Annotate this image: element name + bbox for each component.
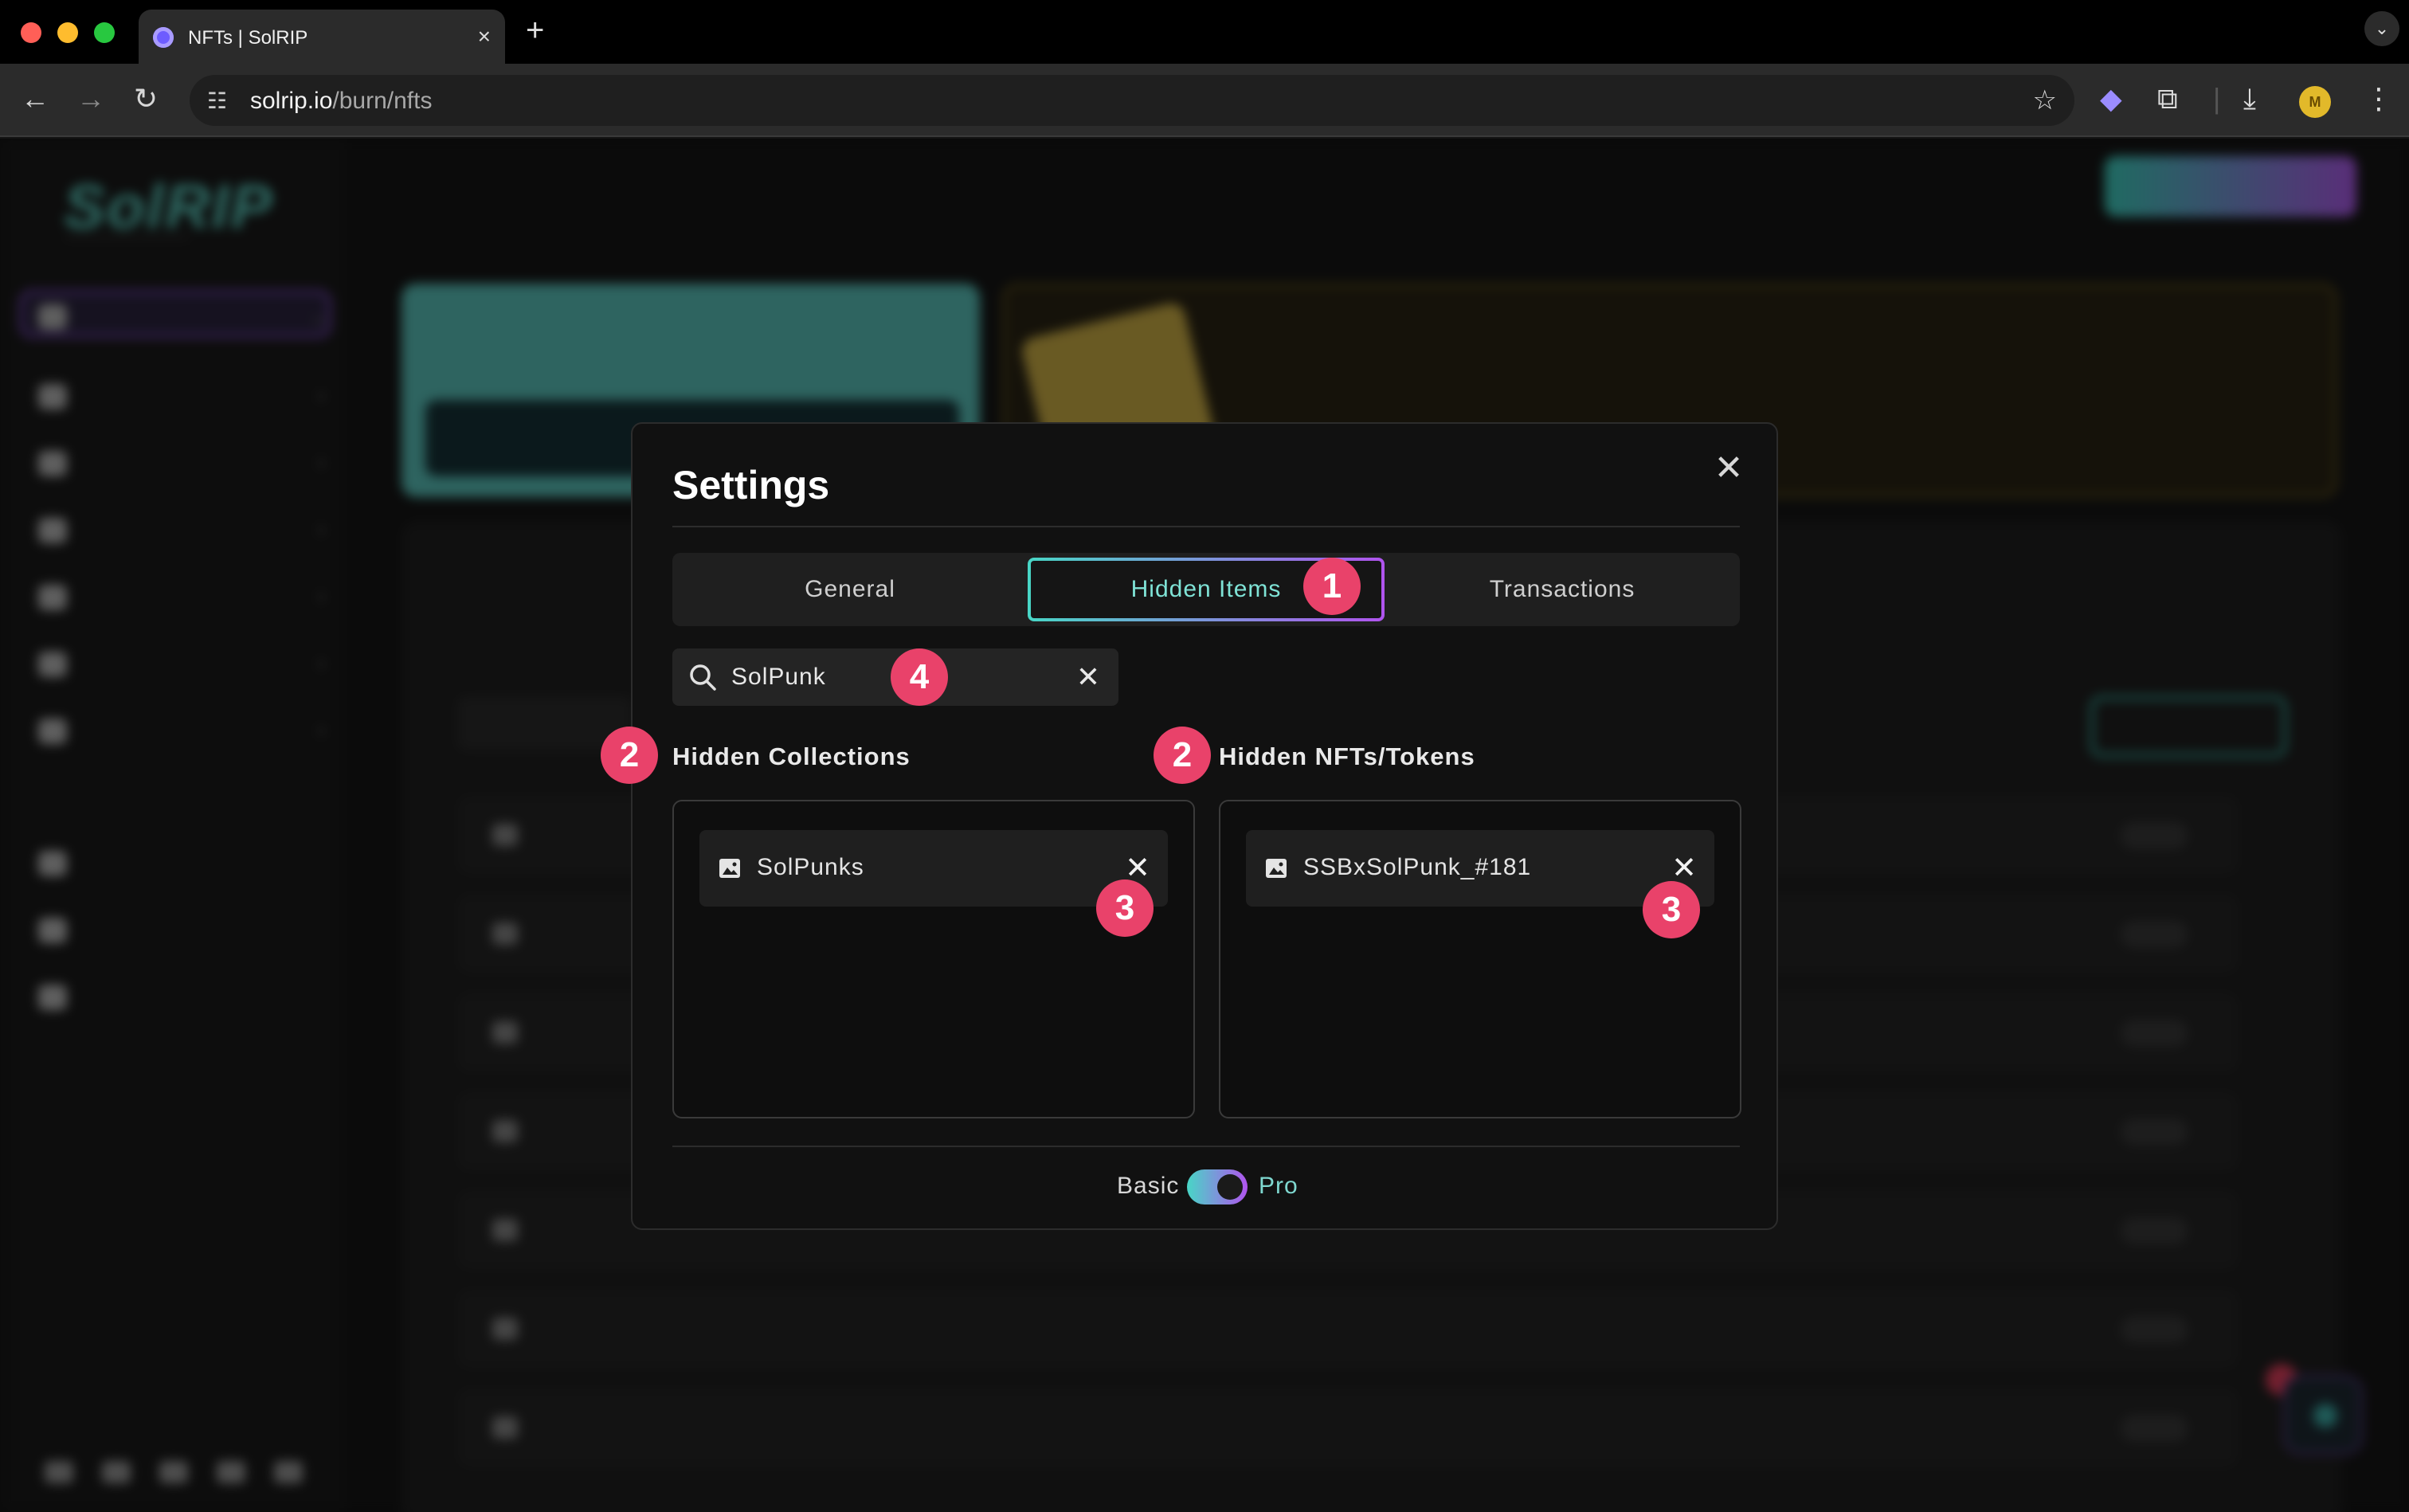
site-settings-icon[interactable]: ☷ bbox=[207, 88, 227, 114]
back-icon[interactable]: ← bbox=[21, 83, 49, 115]
address-bar[interactable]: ☷ solrip.io/burn/nfts ☆ bbox=[190, 75, 2074, 126]
toolbar-divider: | bbox=[2213, 82, 2221, 115]
new-tab-button[interactable]: + bbox=[526, 14, 544, 46]
tab-search-button[interactable]: ⌄ bbox=[2364, 11, 2399, 46]
step-badge-3-left: 3 bbox=[1096, 879, 1154, 937]
image-icon bbox=[719, 859, 740, 878]
settings-modal: Settings ✕ General Hidden Items Transact… bbox=[631, 422, 1778, 1230]
list-item: SolPunks ✕ bbox=[699, 830, 1168, 907]
close-icon[interactable]: ✕ bbox=[1708, 448, 1749, 489]
bookmark-star-icon[interactable]: ☆ bbox=[2033, 84, 2057, 116]
step-badge-4: 4 bbox=[891, 648, 948, 706]
url-text: solrip.io/burn/nfts bbox=[250, 88, 433, 114]
nft-name: SSBxSolPunk_#181 bbox=[1303, 854, 1532, 880]
hidden-collections-heading: Hidden Collections bbox=[672, 742, 911, 770]
solrip-favicon-icon bbox=[153, 27, 174, 48]
hidden-nfts-heading: Hidden NFTs/Tokens bbox=[1219, 742, 1475, 770]
more-menu-icon[interactable]: ⋮ bbox=[2364, 81, 2393, 116]
profile-avatar[interactable]: M bbox=[2299, 86, 2331, 118]
hidden-nfts-list: SSBxSolPunk_#181 ✕ bbox=[1219, 800, 1741, 1118]
wallet-extension-icon[interactable]: ◆ bbox=[2100, 81, 2122, 116]
minimize-window-button[interactable] bbox=[57, 22, 78, 43]
image-icon bbox=[1266, 859, 1287, 878]
downloads-icon[interactable]: ⤓ bbox=[2243, 81, 2256, 116]
mode-basic-label: Basic bbox=[1117, 1173, 1180, 1199]
step-badge-2-right: 2 bbox=[1154, 727, 1211, 784]
zoom-window-button[interactable] bbox=[94, 22, 115, 43]
close-window-button[interactable] bbox=[21, 22, 41, 43]
browser-toolbar: ← → ↻ ☷ solrip.io/burn/nfts ☆ ◆ ⧉ | ⤓ M … bbox=[0, 64, 2409, 137]
tab-transactions[interactable]: Transactions bbox=[1385, 553, 1740, 626]
hidden-collections-list: SolPunks ✕ bbox=[672, 800, 1195, 1118]
toggle-knob bbox=[1217, 1174, 1243, 1200]
extensions-puzzle-icon[interactable]: ⧉ bbox=[2157, 81, 2178, 116]
reload-icon[interactable]: ↻ bbox=[134, 83, 158, 115]
browser-tab-strip: NFTs | SolRIP × + ⌄ bbox=[0, 0, 2409, 64]
tab-general[interactable]: General bbox=[672, 553, 1028, 626]
modal-title: Settings bbox=[672, 463, 830, 507]
step-badge-1: 1 bbox=[1303, 558, 1361, 615]
collection-name: SolPunks bbox=[757, 854, 864, 880]
tab-close-button[interactable]: × bbox=[478, 24, 491, 49]
step-badge-2-left: 2 bbox=[601, 727, 658, 784]
step-badge-3-right: 3 bbox=[1643, 881, 1700, 938]
browser-tab-title: NFTs | SolRIP bbox=[188, 27, 308, 49]
forward-icon[interactable]: → bbox=[76, 83, 105, 115]
mode-pro-label: Pro bbox=[1259, 1173, 1299, 1199]
search-icon bbox=[690, 664, 716, 691]
mode-toggle-row: Basic Pro bbox=[633, 1169, 1780, 1209]
divider bbox=[672, 1146, 1740, 1147]
mode-toggle-switch[interactable] bbox=[1187, 1169, 1248, 1205]
divider bbox=[672, 526, 1740, 527]
settings-tabs: General Hidden Items Transactions bbox=[672, 553, 1740, 626]
list-item: SSBxSolPunk_#181 ✕ bbox=[1246, 830, 1714, 907]
search-clear-icon[interactable]: ✕ bbox=[1069, 658, 1107, 696]
browser-tab[interactable]: NFTs | SolRIP × bbox=[139, 10, 505, 64]
